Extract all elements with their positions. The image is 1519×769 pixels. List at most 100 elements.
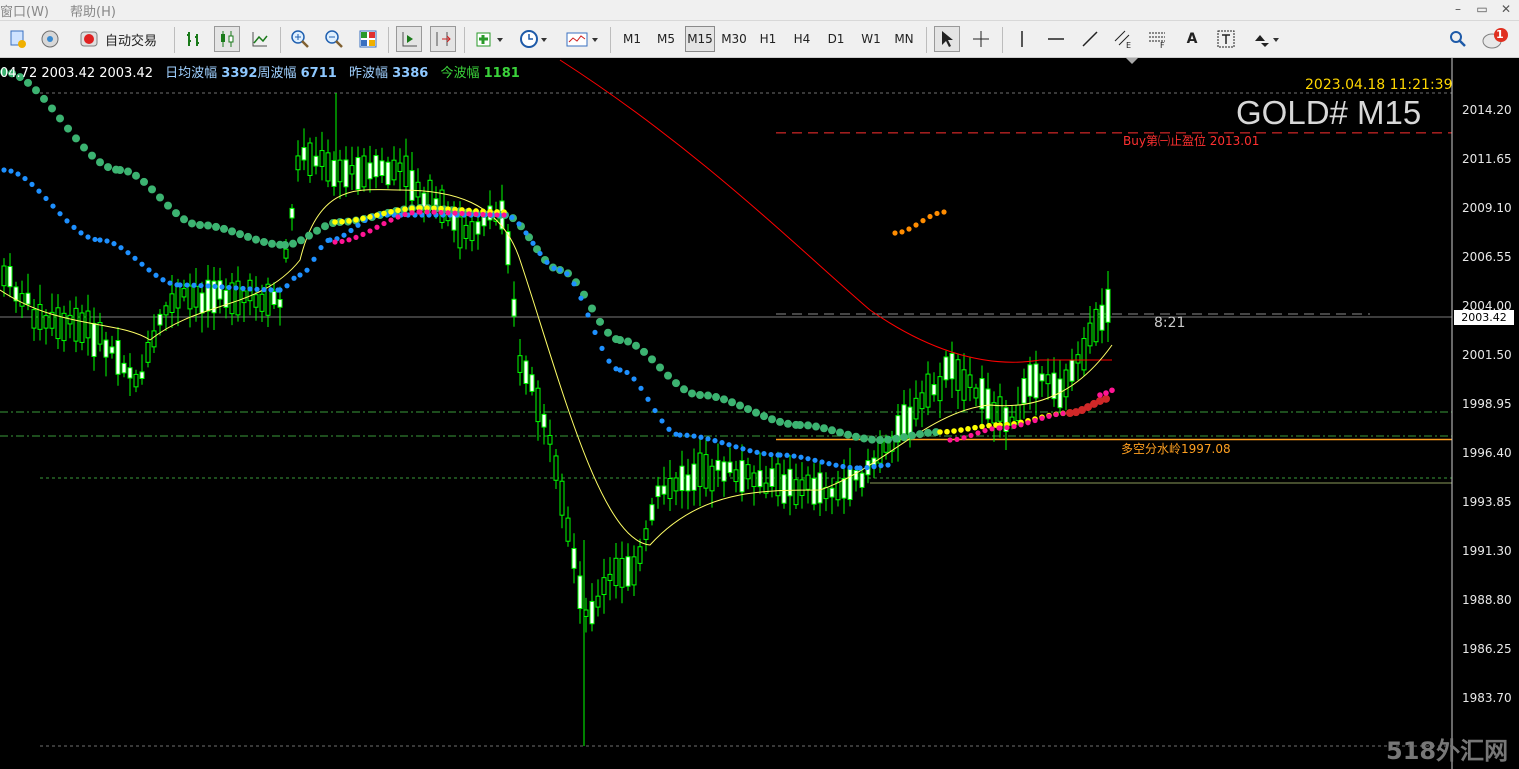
search-icon[interactable] <box>1446 26 1470 52</box>
take-profit-label: Buy第㈠止盈位 2013.01 <box>1123 134 1260 148</box>
candle-body <box>1069 359 1075 382</box>
slow-indicator-dot <box>784 419 792 428</box>
candle-body <box>313 155 319 167</box>
timeframe-mn-button[interactable]: MN <box>889 26 919 52</box>
candle-body <box>643 528 649 540</box>
fast-indicator-dot <box>311 256 317 262</box>
magenta-indicator-dot <box>431 209 437 215</box>
slow-indicator-dot <box>680 385 688 394</box>
options-icon[interactable] <box>38 26 62 52</box>
price-chart[interactable] <box>0 58 1519 769</box>
fast-indicator-dot <box>291 275 297 281</box>
line-chart-icon[interactable] <box>248 26 272 52</box>
notifications-icon[interactable]: 1 <box>1478 26 1514 52</box>
today-value: 1181 <box>483 66 520 81</box>
svg-text:E: E <box>1126 41 1131 49</box>
horizontal-line-icon[interactable] <box>1044 26 1068 52</box>
text-tool-icon[interactable]: A <box>1180 26 1204 52</box>
yellow-indicator-dot <box>339 218 345 225</box>
price-axis-label: 2014.20 <box>1462 103 1512 117</box>
yellow-indicator-dot <box>367 214 373 220</box>
tile-windows-icon[interactable] <box>356 26 380 52</box>
fast-indicator-dot <box>205 283 211 289</box>
timeframe-h1-button[interactable]: H1 <box>753 26 783 52</box>
yellow-indicator-dot <box>381 210 387 217</box>
fast-indicator-dot <box>36 188 42 194</box>
menu-help[interactable]: 帮助(H) <box>70 1 116 20</box>
slow-indicator-dot <box>812 422 820 431</box>
candle-body <box>175 283 181 309</box>
candle-body <box>949 352 955 380</box>
fast-indicator-dot <box>43 195 49 202</box>
restore-button[interactable]: ▭ <box>1474 2 1490 17</box>
timeframe-d1-button[interactable]: D1 <box>821 26 851 52</box>
slow-indicator-dot <box>297 236 305 245</box>
timeframe-m15-button[interactable]: M15 <box>685 26 715 52</box>
auto-trade-icon <box>80 31 98 47</box>
close-button[interactable]: ✕ <box>1498 2 1514 17</box>
candle-body <box>1015 404 1021 422</box>
timeframe-m5-button[interactable]: M5 <box>651 26 681 52</box>
chart-shift-marker[interactable] <box>1126 58 1138 64</box>
slow-indicator-dot <box>860 434 868 443</box>
text-label-icon[interactable] <box>1214 26 1238 52</box>
timeframe-w1-button[interactable]: W1 <box>856 26 886 52</box>
crosshair-icon[interactable] <box>968 26 994 52</box>
candle-body <box>199 292 205 314</box>
equidistant-channel-icon[interactable]: E <box>1112 26 1136 52</box>
candle-body <box>127 367 133 379</box>
magenta-indicator-dot <box>360 231 366 237</box>
server-datetime: 2023.04.18 11:21:39 <box>1305 77 1453 93</box>
slow-indicator-dot <box>88 151 96 160</box>
slow-indicator-dot <box>760 412 768 421</box>
timeframe-m1-button[interactable]: M1 <box>617 26 647 52</box>
slow-indicator-dot <box>204 221 212 230</box>
auto-scroll-icon[interactable] <box>396 26 422 52</box>
orange-indicator-dot <box>920 218 926 224</box>
slow-indicator-dot <box>281 241 289 249</box>
trend-line-icon[interactable] <box>1078 26 1102 52</box>
timeframe-m30-button[interactable]: M30 <box>719 26 749 52</box>
arrows-icon[interactable] <box>1248 26 1284 52</box>
vertical-line-icon[interactable] <box>1010 26 1034 52</box>
candle-body <box>1021 378 1027 404</box>
fast-indicator-dot <box>29 181 35 187</box>
menu-window[interactable]: 窗口(W) <box>0 1 49 20</box>
candle-body <box>169 293 175 313</box>
candle-body <box>481 216 487 227</box>
fast-indicator-dot <box>139 261 145 267</box>
fast-indicator-dot <box>833 462 839 468</box>
candle-body <box>973 387 979 399</box>
candle-body <box>649 504 655 521</box>
chart-shift-icon[interactable] <box>430 26 456 52</box>
cursor-icon[interactable] <box>934 26 960 52</box>
candle-body <box>1093 308 1099 343</box>
slow-indicator-dot <box>252 235 260 244</box>
candle-body <box>955 359 961 391</box>
fast-indicator-dot <box>523 230 529 236</box>
fast-indicator-dot <box>712 438 718 444</box>
chart-canvas[interactable] <box>0 58 1519 769</box>
auto-trade-button[interactable]: 自动交易 <box>72 26 164 52</box>
minimize-button[interactable]: – <box>1450 2 1466 17</box>
bar-chart-icon[interactable] <box>182 26 206 52</box>
candle-body <box>847 466 853 501</box>
zoom-out-icon[interactable] <box>322 26 346 52</box>
strategy-tester-icon[interactable] <box>6 26 30 52</box>
candle-body <box>553 455 559 481</box>
timeframe-h4-button[interactable]: H4 <box>787 26 817 52</box>
fast-indicator-dot <box>167 280 173 286</box>
yellow-indicator-dot <box>346 218 352 224</box>
candle-body <box>187 285 193 310</box>
periods-icon[interactable] <box>516 26 552 52</box>
candle-body <box>667 478 673 500</box>
templates-icon[interactable] <box>562 26 602 52</box>
indicators-icon[interactable] <box>472 26 508 52</box>
zoom-in-icon[interactable] <box>288 26 312 52</box>
candle-body <box>109 346 115 354</box>
candlestick-icon[interactable] <box>214 26 240 52</box>
fibonacci-icon[interactable]: F <box>1146 26 1170 52</box>
fast-indicator-dot <box>847 464 853 471</box>
volatility-info-bar: 04.72 2003.42 2003.42 日均波幅 3392周波幅 6711 … <box>0 62 520 81</box>
yellow-indicator-dot <box>374 212 380 218</box>
